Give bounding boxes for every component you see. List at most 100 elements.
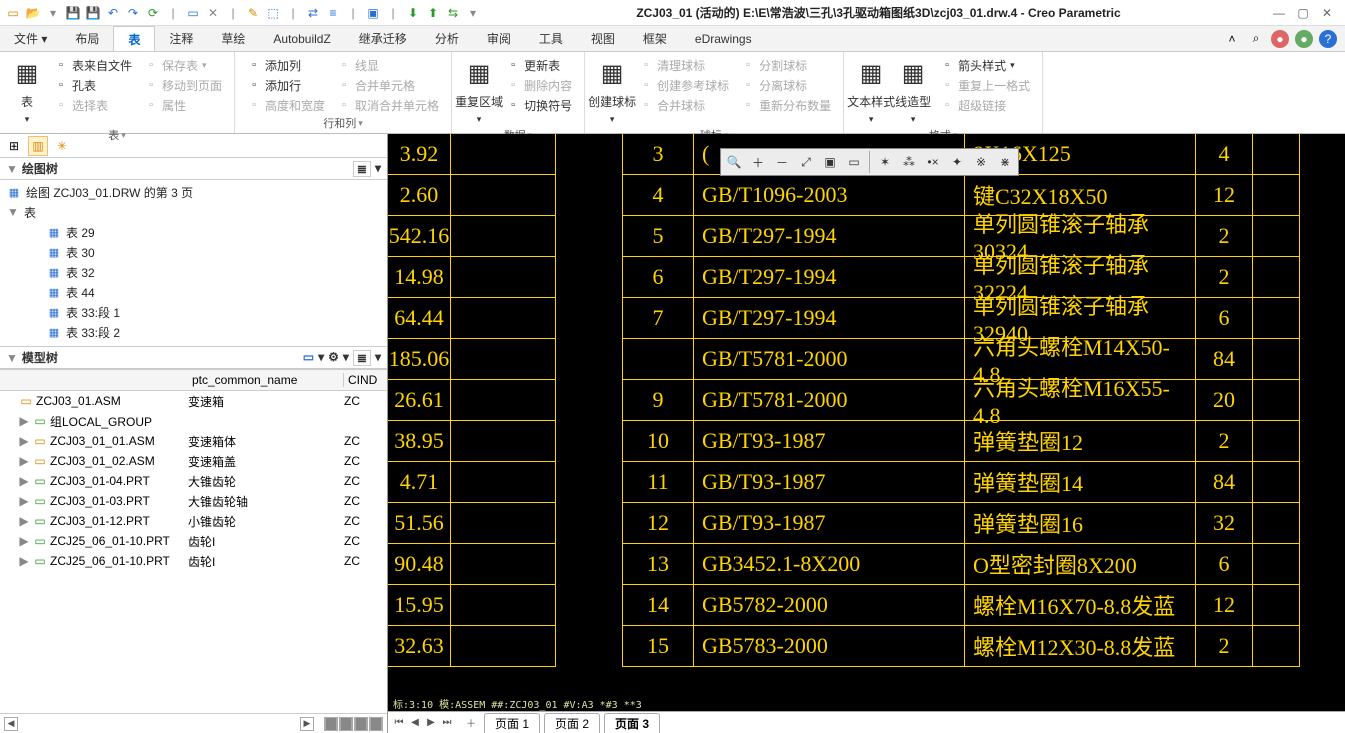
menu-表[interactable]: 表 xyxy=(113,26,155,51)
bom-qty[interactable]: 2 xyxy=(1195,625,1253,667)
mini2[interactable] xyxy=(339,717,353,731)
dwg-value-cell[interactable]: 90.48 xyxy=(388,543,451,585)
dwg-empty-cell[interactable] xyxy=(450,134,556,175)
bom-desc[interactable]: 螺栓M16X70-8.8发蓝 xyxy=(964,584,1196,626)
bom-qty[interactable]: 6 xyxy=(1195,297,1253,339)
tree-item[interactable]: ▦表 44 xyxy=(6,282,387,302)
dwg-empty-cell[interactable] xyxy=(450,461,556,503)
annot-icon[interactable]: ※ xyxy=(970,151,992,173)
dwg-empty-cell[interactable] xyxy=(450,420,556,462)
bom-num[interactable]: 13 xyxy=(622,543,694,585)
mini4[interactable] xyxy=(369,717,383,731)
close-win-icon[interactable]: ✕ xyxy=(204,4,222,22)
prev-page-icon[interactable]: ◀ xyxy=(408,716,422,730)
bom-std[interactable]: GB/T93-1987 xyxy=(693,461,965,503)
bom-row[interactable]: 10GB/T93-1987弹簧垫圈122 xyxy=(623,421,1300,462)
dwg-value-cell[interactable]: 185.06 xyxy=(388,338,451,380)
page-tab[interactable]: 页面 3 xyxy=(604,713,660,733)
h-scroll-left[interactable]: ◀ xyxy=(4,717,18,731)
collapse-icon[interactable]: ▼ xyxy=(6,162,18,176)
bom-qty[interactable]: 6 xyxy=(1195,543,1253,585)
export1-icon[interactable]: ⬇ xyxy=(404,4,422,22)
col-common[interactable]: ptc_common_name xyxy=(188,373,344,387)
dwg-empty-cell[interactable] xyxy=(450,338,556,380)
bom-row[interactable]: 12GB/T93-1987弹簧垫圈1632 xyxy=(623,503,1300,544)
ribbon-btn-切换符号[interactable]: ▫切换符号 xyxy=(502,96,576,114)
bom-qty[interactable]: 2 xyxy=(1195,420,1253,462)
bom-std[interactable]: GB/T297-1994 xyxy=(693,297,965,339)
dwg-value-cell[interactable]: 64.44 xyxy=(388,297,451,339)
layer-icon[interactable]: ▥ xyxy=(28,136,48,156)
bom-std[interactable]: GB/T1096-2003 xyxy=(693,174,965,216)
expand-icon[interactable]: ▶ xyxy=(18,414,30,428)
select-icon[interactable]: ⬚ xyxy=(264,4,282,22)
dwg-value-cell[interactable]: 542.16 xyxy=(388,215,451,257)
menu-继承迁移[interactable]: 继承迁移 xyxy=(345,26,421,51)
repaint-icon[interactable]: ▣ xyxy=(819,151,841,173)
regen-icon[interactable]: ⟳ xyxy=(144,4,162,22)
expand-icon[interactable]: ▶ xyxy=(18,554,30,568)
bom-desc[interactable]: 弹簧垫圈16 xyxy=(964,502,1196,544)
dwg-value-cell[interactable]: 3.92 xyxy=(388,134,451,175)
export3-icon[interactable]: ⇆ xyxy=(444,4,462,22)
model-tree-row[interactable]: ▶▭ZCJ25_06_01-10.PRT齿轮IZC xyxy=(0,551,387,571)
expand-icon[interactable]: ▶ xyxy=(18,494,30,508)
ribbon-btn-重复区域[interactable]: ▦重复区域▾ xyxy=(460,56,498,126)
expand-icon[interactable]: ▶ xyxy=(18,534,30,548)
favorite-icon[interactable]: ✳ xyxy=(52,136,72,156)
bom-std[interactable]: GB3452.1-8X200 xyxy=(693,543,965,585)
bom-qty[interactable]: 2 xyxy=(1195,256,1253,298)
help-icon-0[interactable]: ˄ xyxy=(1223,30,1241,48)
dwg-value-cell[interactable]: 15.95 xyxy=(388,584,451,626)
expand-icon[interactable]: ▼ xyxy=(6,205,20,219)
col-cind[interactable]: CIND xyxy=(344,373,387,387)
dwg-empty-cell[interactable] xyxy=(450,379,556,421)
page-tab[interactable]: 页面 1 xyxy=(484,713,540,733)
page-tab[interactable]: 页面 2 xyxy=(544,713,600,733)
next-page-icon[interactable]: ▶ xyxy=(424,716,438,730)
zoom-out-icon[interactable]: － xyxy=(771,151,793,173)
dwg-value-cell[interactable]: 32.63 xyxy=(388,625,451,667)
new-icon[interactable]: ▭ xyxy=(4,4,22,22)
bom-row[interactable]: 9GB/T5781-2000六角头螺栓M16X55-4.820 xyxy=(623,380,1300,421)
mini1[interactable] xyxy=(324,717,338,731)
bom-std[interactable]: GB/T5781-2000 xyxy=(693,379,965,421)
menu-AutobuildZ[interactable]: AutobuildZ xyxy=(259,26,344,51)
bom-extra[interactable] xyxy=(1252,625,1300,667)
first-page-icon[interactable]: ⏮ xyxy=(392,716,406,730)
mini3[interactable] xyxy=(354,717,368,731)
model-tree-row[interactable]: ▶▭ZCJ03_01-03.PRT大锥齿轮轴ZC xyxy=(0,491,387,511)
model-tree-row[interactable]: ▶▭ZCJ03_01_02.ASM变速箱盖ZC xyxy=(0,451,387,471)
bom-extra[interactable] xyxy=(1252,420,1300,462)
drawing-tree-header[interactable]: ▼ 绘图树 ≣ ▾ xyxy=(0,158,387,180)
menu-视图[interactable]: 视图 xyxy=(577,26,629,51)
expand-icon[interactable]: ▶ xyxy=(18,474,30,488)
dwg-empty-cell[interactable] xyxy=(450,256,556,298)
help-icon-3[interactable]: ● xyxy=(1295,30,1313,48)
mt-tool1-icon[interactable]: ▭ xyxy=(303,350,314,366)
dwg-empty-cell[interactable] xyxy=(450,215,556,257)
bom-row[interactable]: GB/T5781-2000六角头螺栓M14X50-4.884 xyxy=(623,339,1300,380)
model-tree-row[interactable]: ▶▭ZCJ25_06_01-10.PRT齿轮IZC xyxy=(0,531,387,551)
tree-item[interactable]: ▦表 30 xyxy=(6,242,387,262)
ribbon-btn-表[interactable]: ▦表▾ xyxy=(8,56,46,126)
tree-node[interactable]: ▼ 表 xyxy=(6,202,387,222)
model-tree-row[interactable]: ▶▭组LOCAL_GROUP xyxy=(0,411,387,431)
bom-row[interactable]: 7GB/T297-1994单列圆锥滚子轴承329406 xyxy=(623,298,1300,339)
tree-dd-icon[interactable]: ▾ xyxy=(375,161,381,177)
bom-extra[interactable] xyxy=(1252,584,1300,626)
bom-qty[interactable]: 84 xyxy=(1195,338,1253,380)
bom-num[interactable]: 14 xyxy=(622,584,694,626)
bom-row[interactable]: 14GB5782-2000螺栓M16X70-8.8发蓝12 xyxy=(623,585,1300,626)
bom-row[interactable]: 11GB/T93-1987弹簧垫圈1484 xyxy=(623,462,1300,503)
dwg-value-cell[interactable]: 4.71 xyxy=(388,461,451,503)
window-icon[interactable]: ▭ xyxy=(184,4,202,22)
dwg-value-cell[interactable]: 14.98 xyxy=(388,256,451,298)
bom-desc[interactable]: 螺栓M12X30-8.8发蓝 xyxy=(964,625,1196,667)
datum-point-icon[interactable]: •× xyxy=(922,151,944,173)
tool1-icon[interactable]: ⇄ xyxy=(304,4,322,22)
tree-root[interactable]: ▦ 绘图 ZCJ03_01.DRW 的第 3 页 xyxy=(6,182,387,202)
drawing-canvas[interactable]: 🔍 ＋ － ⤢ ▣ ▭ ✶ ⁂ •× ✦ ※ ⋇ 3.922.60542.161… xyxy=(388,134,1345,711)
bom-qty[interactable]: 12 xyxy=(1195,584,1253,626)
last-page-icon[interactable]: ⏭ xyxy=(440,716,454,730)
